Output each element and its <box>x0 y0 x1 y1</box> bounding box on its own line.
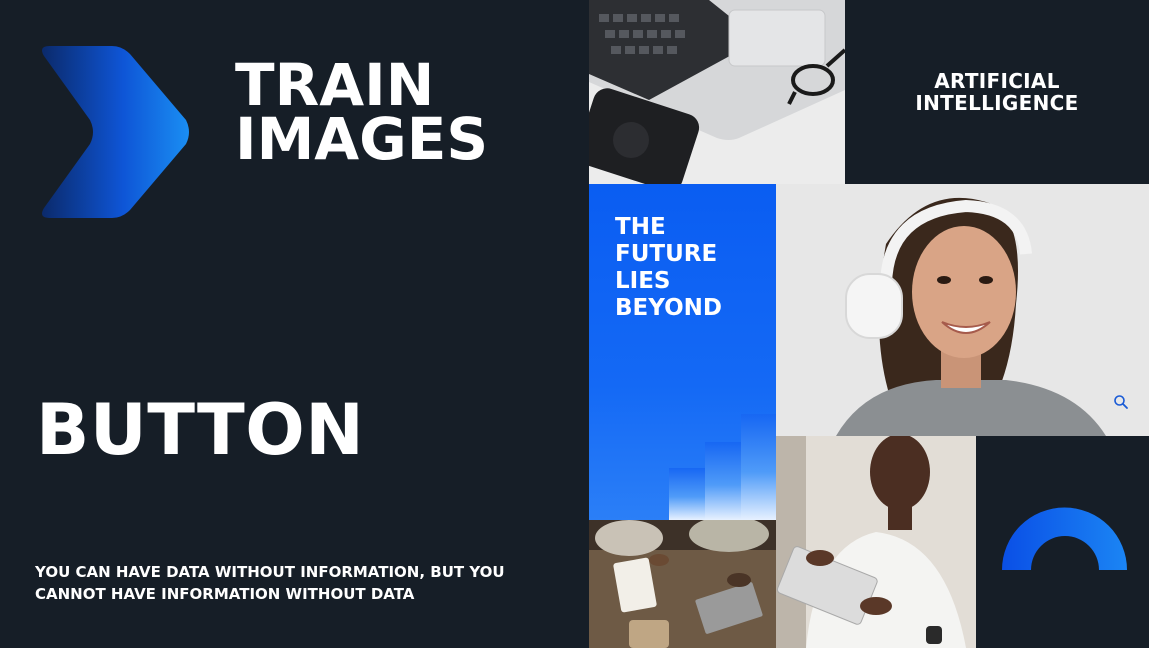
future-line-1: THE <box>615 214 666 240</box>
title-line-1: TRAIN <box>235 51 435 119</box>
title-line-2: IMAGES <box>235 105 489 173</box>
man-tablet-photo <box>776 436 976 648</box>
laptop-photo <box>589 0 845 184</box>
team-meeting-photo <box>589 520 776 648</box>
main-button[interactable]: BUTTON <box>36 392 364 468</box>
future-tile: THE FUTURE LIES BEYOND <box>589 184 776 520</box>
magnifier-icon[interactable] <box>1113 394 1129 410</box>
woman-photo-graphic <box>776 184 1149 436</box>
bar-chart-graphic-bar-1 <box>669 468 705 520</box>
future-line-2: FUTURE <box>615 241 718 267</box>
man-photo-graphic <box>776 436 976 648</box>
chevron-right-icon <box>42 46 189 218</box>
future-heading: THE FUTURE LIES BEYOND <box>615 214 722 322</box>
future-line-4: BEYOND <box>615 295 722 321</box>
ai-label: ARTIFICIAL INTELLIGENCE <box>845 70 1149 114</box>
arc-tile <box>976 436 1149 648</box>
team-photo-graphic <box>589 520 776 648</box>
page-title: TRAIN IMAGES <box>235 51 489 173</box>
bar-chart-graphic-bar-2 <box>705 442 741 520</box>
woman-headphones-photo <box>776 184 1149 436</box>
ai-label-line-2: INTELLIGENCE <box>915 91 1079 115</box>
half-ring-graphic <box>1002 507 1127 570</box>
quote-text: YOU CAN HAVE DATA WITHOUT INFORMATION, B… <box>35 563 505 603</box>
ai-tile: ARTIFICIAL INTELLIGENCE <box>845 0 1149 184</box>
future-line-3: LIES <box>615 268 671 294</box>
ai-label-line-1: ARTIFICIAL <box>934 69 1060 93</box>
laptop-photo-graphic <box>589 0 845 184</box>
bar-chart-graphic-bar-3 <box>741 414 776 520</box>
